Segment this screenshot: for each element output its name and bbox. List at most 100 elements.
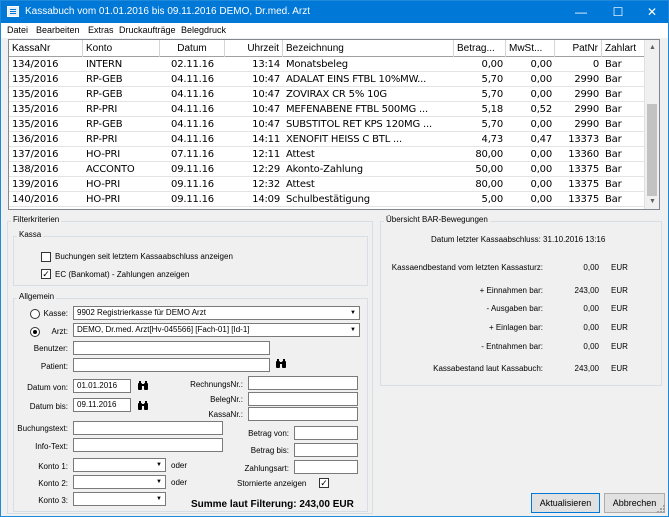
- bar-overview-title: Übersicht BAR-Bewegungen: [384, 215, 490, 224]
- cell-zahlart: Bar: [605, 194, 622, 205]
- cell-datum: 04.11.16: [171, 74, 214, 85]
- cell-datum: 09.11.16: [171, 179, 214, 190]
- kassanr-input[interactable]: [248, 407, 358, 421]
- minimize-button[interactable]: —: [564, 1, 598, 23]
- menu-druckauftraege[interactable]: Druckaufträge: [119, 25, 176, 35]
- table-row[interactable]: 135/2016 RP-GEB 04.11.16 10:47 SUBSTITOL RET…: [9, 118, 645, 132]
- patient-input[interactable]: [73, 358, 270, 372]
- cell-mwst: 0,00: [530, 179, 553, 190]
- arzt-select[interactable]: DEMO, Dr.med. Arzt[Hv-045566] [Fach-01] …: [73, 323, 360, 337]
- cell-zahlart: Bar: [605, 104, 622, 115]
- cell-bezeichnung: SUBSTITOL RET KPS 120MG ...: [286, 119, 432, 130]
- cell-uhrzeit: 13:14: [252, 59, 280, 70]
- cell-datum: 04.11.16: [171, 119, 214, 130]
- table-row[interactable]: 138/2016 ACCONTO 09.11.16 12:29 Akonto-Zahlu…: [9, 163, 645, 177]
- title-bar[interactable]: Kassabuch vom 01.01.2016 bis 09.11.2016 …: [1, 1, 668, 23]
- kasse-radio[interactable]: [30, 309, 40, 319]
- arzt-radio[interactable]: [30, 327, 40, 337]
- col-kassanr[interactable]: KassaNr: [9, 40, 83, 57]
- scroll-down-icon[interactable]: ▼: [645, 194, 659, 209]
- table-row[interactable]: 139/2016 HO-PRI 09.11.16 12:32 Attest 80,00 0,…: [9, 178, 645, 192]
- konto1-select[interactable]: ▼: [73, 458, 166, 472]
- oder-label-2: oder: [171, 478, 188, 487]
- table-scrollbar[interactable]: ▲ ▼: [644, 40, 659, 209]
- infotext-input[interactable]: [73, 438, 223, 452]
- col-konto[interactable]: Konto: [83, 40, 160, 57]
- close-button[interactable]: ✕: [635, 1, 669, 23]
- scroll-up-icon[interactable]: ▲: [645, 40, 659, 55]
- chevron-down-icon[interactable]: ▼: [153, 493, 165, 505]
- konto2-select[interactable]: ▼: [73, 475, 166, 489]
- table-row[interactable]: 135/2016 RP-GEB 04.11.16 10:47 ADALAT EINS F…: [9, 73, 645, 87]
- menu-bearbeiten[interactable]: Bearbeiten: [36, 25, 80, 35]
- cell-konto: RP-GEB: [86, 74, 123, 85]
- table-row[interactable]: 134/2016 INTERN 02.11.16 13:14 Monatsbeleg 0,…: [9, 58, 645, 72]
- menu-belegdruck[interactable]: Belegdruck: [181, 25, 226, 35]
- allgemein-group-title: Allgemein: [17, 292, 57, 301]
- cell-mwst: 0,00: [530, 149, 553, 160]
- binoculars-icon[interactable]: [137, 401, 149, 414]
- cell-uhrzeit: 14:09: [252, 194, 280, 205]
- cell-zahlart: Bar: [605, 89, 622, 100]
- table-row[interactable]: 135/2016 RP-GEB 04.11.16 10:47 ZOVIRAX CR 5%…: [9, 88, 645, 102]
- chevron-down-icon[interactable]: ▼: [347, 307, 359, 319]
- cell-betrag: 5,70: [481, 89, 504, 100]
- table-row[interactable]: 137/2016 HO-PRI 07.11.16 12:11 Attest 80,00 0,…: [9, 148, 645, 162]
- cell-patnr: 13375: [568, 179, 599, 190]
- bar-row-currency: EUR: [611, 323, 628, 332]
- zahlungsart-input[interactable]: [294, 460, 358, 474]
- betrag-von-label: Betrag von:: [248, 429, 289, 438]
- patient-label: Patient:: [40, 362, 68, 371]
- resize-grip-icon[interactable]: [656, 504, 666, 514]
- table-row[interactable]: 140/2016 HO-PRI 09.11.16 14:09 Schulbestätig…: [9, 193, 645, 207]
- cell-konto: RP-GEB: [86, 89, 123, 100]
- bar-row-value: 0,00: [583, 323, 599, 332]
- rechnungsnr-input[interactable]: [248, 376, 358, 390]
- kasse-value: 9902 Registrierkasse für DEMO Arzt: [77, 308, 206, 317]
- bar-row-label: Kassabestand laut Kassabuch:: [433, 364, 543, 373]
- col-zahlart[interactable]: Zahlart: [602, 40, 645, 57]
- rechnungsnr-label: RechnungsNr.:: [190, 380, 243, 389]
- maximize-button[interactable]: ☐: [601, 1, 635, 23]
- cell-betrag: 5,00: [481, 194, 504, 205]
- chevron-down-icon[interactable]: ▼: [153, 476, 165, 488]
- datum-bis-input[interactable]: 09.11.2016: [73, 398, 131, 412]
- menu-datei[interactable]: Datei: [7, 25, 28, 35]
- col-mwst[interactable]: MwSt...: [506, 40, 555, 57]
- table-row[interactable]: 135/2016 RP-PRI 04.11.16 10:47 MEFENABENE FT…: [9, 103, 645, 117]
- kasse-select[interactable]: 9902 Registrierkasse für DEMO Arzt ▼: [73, 306, 360, 320]
- cell-kassanr: 138/2016: [12, 164, 59, 175]
- betrag-von-input[interactable]: [294, 426, 358, 440]
- binoculars-icon[interactable]: [137, 381, 149, 394]
- konto3-select[interactable]: ▼: [73, 492, 166, 506]
- col-uhrzeit[interactable]: Uhrzeit: [225, 40, 283, 57]
- scroll-thumb[interactable]: [647, 104, 657, 196]
- bar-row-value: 243,00: [574, 286, 599, 295]
- cell-betrag: 80,00: [475, 149, 503, 160]
- benutzer-input[interactable]: [73, 341, 270, 355]
- refresh-button[interactable]: Aktualisieren: [531, 493, 600, 513]
- cell-bezeichnung: ZOVIRAX CR 5% 10G: [286, 89, 387, 100]
- menu-extras[interactable]: Extras: [88, 25, 114, 35]
- since-close-checkbox[interactable]: [41, 252, 51, 262]
- cell-zahlart: Bar: [605, 74, 622, 85]
- chevron-down-icon[interactable]: ▼: [347, 324, 359, 336]
- cell-patnr: 2990: [574, 119, 599, 130]
- belegnr-input[interactable]: [248, 392, 358, 406]
- chevron-down-icon[interactable]: ▼: [153, 459, 165, 471]
- cell-betrag: 0,00: [481, 59, 504, 70]
- cell-uhrzeit: 12:11: [252, 149, 280, 160]
- cell-datum: 04.11.16: [171, 134, 214, 145]
- col-datum[interactable]: Datum: [160, 40, 225, 57]
- binoculars-icon[interactable]: [275, 359, 287, 372]
- table-row[interactable]: 136/2016 RP-PRI 04.11.16 14:11 XENOFIT HEISS…: [9, 133, 645, 147]
- betrag-bis-input[interactable]: [294, 443, 358, 457]
- col-bezeichnung[interactable]: Bezeichnung: [283, 40, 454, 57]
- col-patnr[interactable]: PatNr: [555, 40, 602, 57]
- ec-checkbox[interactable]: ✓: [41, 269, 51, 279]
- buchungstext-input[interactable]: [73, 421, 223, 435]
- kassabuch-table[interactable]: KassaNr Konto Datum Uhrzeit Bezeichnung …: [8, 39, 660, 210]
- col-betrag[interactable]: Betrag...: [454, 40, 506, 57]
- datum-von-input[interactable]: 01.01.2016: [73, 379, 131, 393]
- storniert-checkbox[interactable]: ✓: [319, 478, 329, 488]
